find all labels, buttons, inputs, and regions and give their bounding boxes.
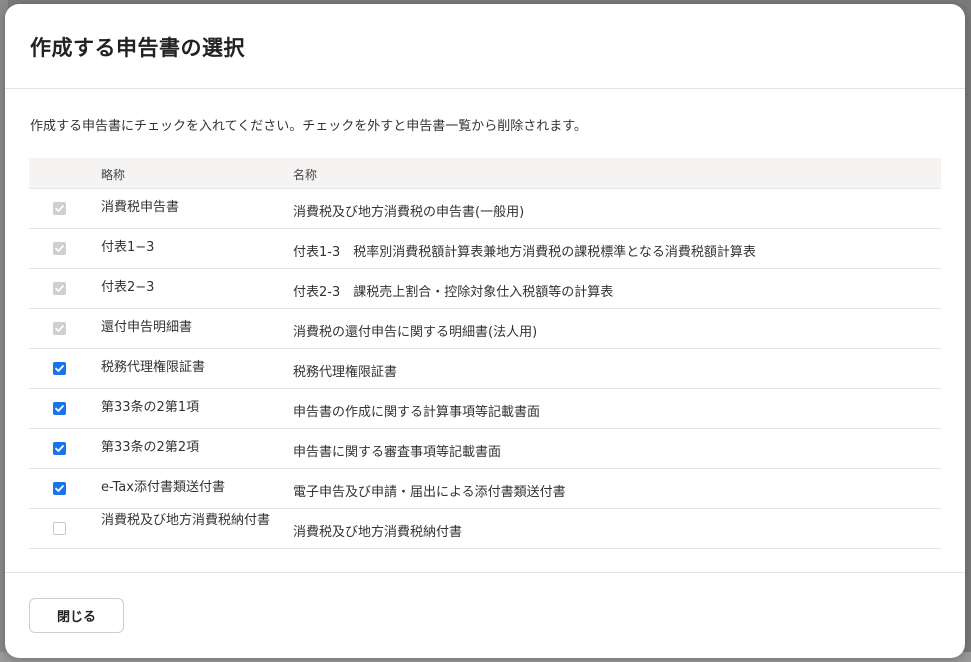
form-abbr: e-Tax添付書類送付書 <box>101 480 225 495</box>
dialog-title: 作成する申告書の選択 <box>30 36 245 60</box>
dialog-footer: 閉じる <box>5 572 965 658</box>
checkmark-icon <box>55 245 64 252</box>
form-checkbox <box>53 282 66 295</box>
form-abbr: 第33条の2第1項 <box>101 400 200 415</box>
column-header-name: 名称 <box>293 168 318 182</box>
checkmark-icon <box>55 485 64 492</box>
form-name: 申告書の作成に関する計算事項等記載書面 <box>293 405 541 420</box>
form-abbr: 還付申告明細書 <box>101 320 193 335</box>
form-checkbox <box>53 242 66 255</box>
table-row: 税務代理権限証書 税務代理権限証書 <box>29 349 941 389</box>
form-checkbox[interactable] <box>53 402 66 415</box>
table-row: 還付申告明細書 消費税の還付申告に関する明細書(法人用) <box>29 309 941 349</box>
dialog-description: 作成する申告書にチェックを入れてください。チェックを外すと申告書一覧から削除され… <box>30 119 587 134</box>
checkmark-icon <box>55 365 64 372</box>
form-checkbox[interactable] <box>53 522 66 535</box>
form-checkbox[interactable] <box>53 442 66 455</box>
table-row: 消費税及び地方消費税納付書 消費税及び地方消費税納付書 <box>29 509 941 549</box>
checkmark-icon <box>55 405 64 412</box>
form-checkbox[interactable] <box>53 362 66 375</box>
form-abbr: 付表2−3 <box>101 280 155 295</box>
column-header-abbr: 略称 <box>101 168 126 182</box>
form-name: 電子申告及び申請・届出による添付書類送付書 <box>293 485 566 500</box>
form-abbr: 消費税申告書 <box>101 200 180 215</box>
form-abbr: 消費税及び地方消費税納付書 <box>101 513 271 528</box>
form-name: 付表1-3 税率別消費税額計算表兼地方消費税の課税標準となる消費税額計算表 <box>293 245 756 260</box>
checkmark-icon <box>55 325 64 332</box>
table-row: 消費税申告書 消費税及び地方消費税の申告書(一般用) <box>29 189 941 229</box>
checkmark-icon <box>55 285 64 292</box>
form-name: 消費税及び地方消費税の申告書(一般用) <box>293 205 525 220</box>
checkmark-icon <box>55 205 64 212</box>
form-name: 消費税及び地方消費税納付書 <box>293 525 463 540</box>
table-row: 第33条の2第1項 申告書の作成に関する計算事項等記載書面 <box>29 389 941 429</box>
form-name: 消費税の還付申告に関する明細書(法人用) <box>293 325 538 340</box>
form-abbr: 税務代理権限証書 <box>101 360 206 375</box>
form-abbr: 第33条の2第2項 <box>101 440 200 455</box>
forms-table: 略称 名称 消費税申告書 消費税及び地方消費税の申告書(一般用) 付表1−3 付表1-… <box>29 158 941 549</box>
form-checkbox <box>53 202 66 215</box>
table-body: 消費税申告書 消費税及び地方消費税の申告書(一般用) 付表1−3 付表1-3 税率別消… <box>29 189 941 549</box>
form-checkbox <box>53 322 66 335</box>
form-abbr: 付表1−3 <box>101 240 155 255</box>
close-button[interactable]: 閉じる <box>29 598 124 633</box>
form-name: 税務代理権限証書 <box>293 365 398 380</box>
table-row: 第33条の2第2項 申告書に関する審査事項等記載書面 <box>29 429 941 469</box>
table-row: 付表2−3 付表2-3 課税売上割合・控除対象仕入税額等の計算表 <box>29 269 941 309</box>
select-forms-dialog: 作成する申告書の選択 作成する申告書にチェックを入れてください。チェックを外すと… <box>5 4 965 658</box>
form-name: 付表2-3 課税売上割合・控除対象仕入税額等の計算表 <box>293 285 614 300</box>
checkmark-icon <box>55 445 64 452</box>
form-checkbox[interactable] <box>53 482 66 495</box>
form-name: 申告書に関する審査事項等記載書面 <box>293 445 502 460</box>
table-row: e-Tax添付書類送付書 電子申告及び申請・届出による添付書類送付書 <box>29 469 941 509</box>
table-header: 略称 名称 <box>29 158 941 189</box>
dialog-header: 作成する申告書の選択 <box>5 4 965 89</box>
table-row: 付表1−3 付表1-3 税率別消費税額計算表兼地方消費税の課税標準となる消費税額計… <box>29 229 941 269</box>
